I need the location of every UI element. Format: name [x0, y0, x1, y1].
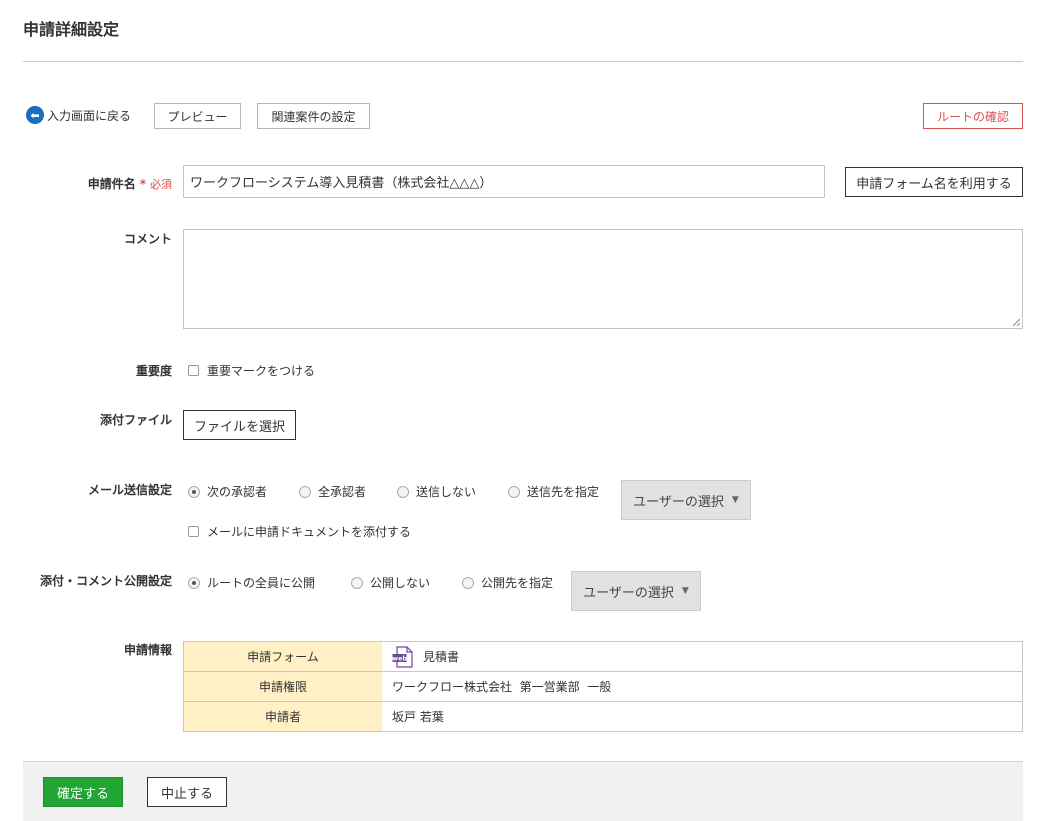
- info-key-cell: 申請者: [183, 701, 382, 732]
- use-form-name-button[interactable]: 申請フォーム名を利用する: [845, 167, 1023, 197]
- mail-radio-no-send[interactable]: 送信しない: [397, 483, 476, 500]
- radio-icon[interactable]: [462, 576, 474, 589]
- info-value-cell: web 見積書: [382, 641, 1023, 672]
- resize-grip-icon[interactable]: [1012, 318, 1020, 326]
- visibility-option-label: 公開先を指定: [481, 576, 554, 590]
- radio-icon[interactable]: [508, 485, 520, 498]
- required-text: 必須: [150, 178, 172, 191]
- title-divider: [23, 61, 1023, 62]
- page-title: 申請詳細設定: [23, 20, 120, 39]
- mail-user-select[interactable]: ユーザーの選択 ▼: [621, 480, 751, 520]
- radio-selected-icon[interactable]: [188, 576, 200, 589]
- priority-label: 重要度: [135, 364, 172, 378]
- radio-icon[interactable]: [299, 485, 311, 498]
- mail-radio-all-approvers[interactable]: 全承認者: [299, 483, 366, 500]
- comment-label: コメント: [123, 232, 172, 246]
- visibility-option-label: ルートの全員に公開: [207, 576, 316, 590]
- radio-icon[interactable]: [397, 485, 409, 498]
- visibility-radio-all-route[interactable]: ルートの全員に公開: [188, 574, 315, 591]
- radio-icon[interactable]: [351, 576, 363, 589]
- mail-option-label: 送信しない: [416, 485, 477, 499]
- form-name-value: 見積書: [423, 650, 460, 664]
- mail-option-label: 全承認者: [318, 485, 367, 499]
- radio-selected-icon[interactable]: [188, 485, 200, 498]
- required-star: *: [139, 177, 146, 191]
- mail-radio-next-approver[interactable]: 次の承認者: [188, 483, 267, 500]
- mail-setting-label: メール送信設定: [87, 483, 172, 497]
- table-row: 申請者 坂戸 若葉: [183, 701, 1023, 732]
- attach-doc-checkbox[interactable]: [188, 526, 199, 537]
- mail-radio-specify[interactable]: 送信先を指定: [508, 483, 599, 500]
- back-to-input-link[interactable]: ⬅ 入力画面に戻る: [26, 106, 131, 124]
- visibility-user-select-label: ユーザーの選択: [583, 585, 674, 601]
- info-key-cell: 申請権限: [183, 671, 382, 702]
- attach-doc-label: メールに申請ドキュメントを添付する: [207, 525, 412, 539]
- confirm-button[interactable]: 確定する: [43, 777, 123, 807]
- priority-checkbox-row[interactable]: 重要マークをつける: [188, 362, 315, 379]
- web-icon-text: web: [392, 654, 407, 662]
- subject-label-text: 申請件名: [87, 177, 136, 191]
- attachment-label: 添付ファイル: [99, 413, 172, 427]
- application-info-table: 申請フォーム web 見積書 申請権限 ワークフロー株式会社 第一営業部 一般 …: [183, 641, 1023, 732]
- subject-input[interactable]: [183, 165, 825, 198]
- priority-checkbox[interactable]: [188, 365, 199, 376]
- back-arrow-icon: ⬅: [26, 106, 44, 124]
- cancel-button[interactable]: 中止する: [147, 777, 227, 807]
- mail-option-label: 次の承認者: [207, 485, 268, 499]
- table-row: 申請権限 ワークフロー株式会社 第一営業部 一般: [183, 671, 1023, 702]
- preview-button[interactable]: プレビュー: [154, 103, 241, 129]
- web-form-icon: web: [392, 645, 413, 668]
- mail-attach-doc-row[interactable]: メールに申請ドキュメントを添付する: [188, 523, 411, 540]
- info-key-cell: 申請フォーム: [183, 641, 382, 672]
- visibility-radio-specify[interactable]: 公開先を指定: [462, 574, 553, 591]
- table-row: 申請フォーム web 見積書: [183, 641, 1023, 672]
- visibility-option-label: 公開しない: [370, 576, 431, 590]
- dropdown-caret-icon: ▼: [731, 495, 739, 505]
- mail-user-select-label: ユーザーの選択: [633, 494, 724, 510]
- priority-checkbox-label: 重要マークをつける: [207, 364, 316, 378]
- related-cases-button[interactable]: 関連案件の設定: [257, 103, 370, 129]
- visibility-setting-label: 添付・コメント公開設定: [39, 574, 172, 588]
- file-select-button[interactable]: ファイルを選択: [183, 410, 296, 440]
- visibility-radio-private[interactable]: 公開しない: [351, 574, 430, 591]
- back-link-label: 入力画面に戻る: [47, 108, 132, 123]
- info-value-cell: ワークフロー株式会社 第一営業部 一般: [382, 671, 1023, 702]
- route-check-button[interactable]: ルートの確認: [923, 103, 1023, 129]
- visibility-user-select[interactable]: ユーザーの選択 ▼: [571, 571, 701, 611]
- application-info-label: 申請情報: [123, 643, 172, 657]
- comment-textarea[interactable]: [183, 229, 1023, 329]
- dropdown-caret-icon: ▼: [681, 586, 689, 596]
- mail-option-label: 送信先を指定: [527, 485, 600, 499]
- info-value-cell: 坂戸 若葉: [382, 701, 1023, 732]
- subject-label: 申請件名 * 必須: [60, 175, 172, 192]
